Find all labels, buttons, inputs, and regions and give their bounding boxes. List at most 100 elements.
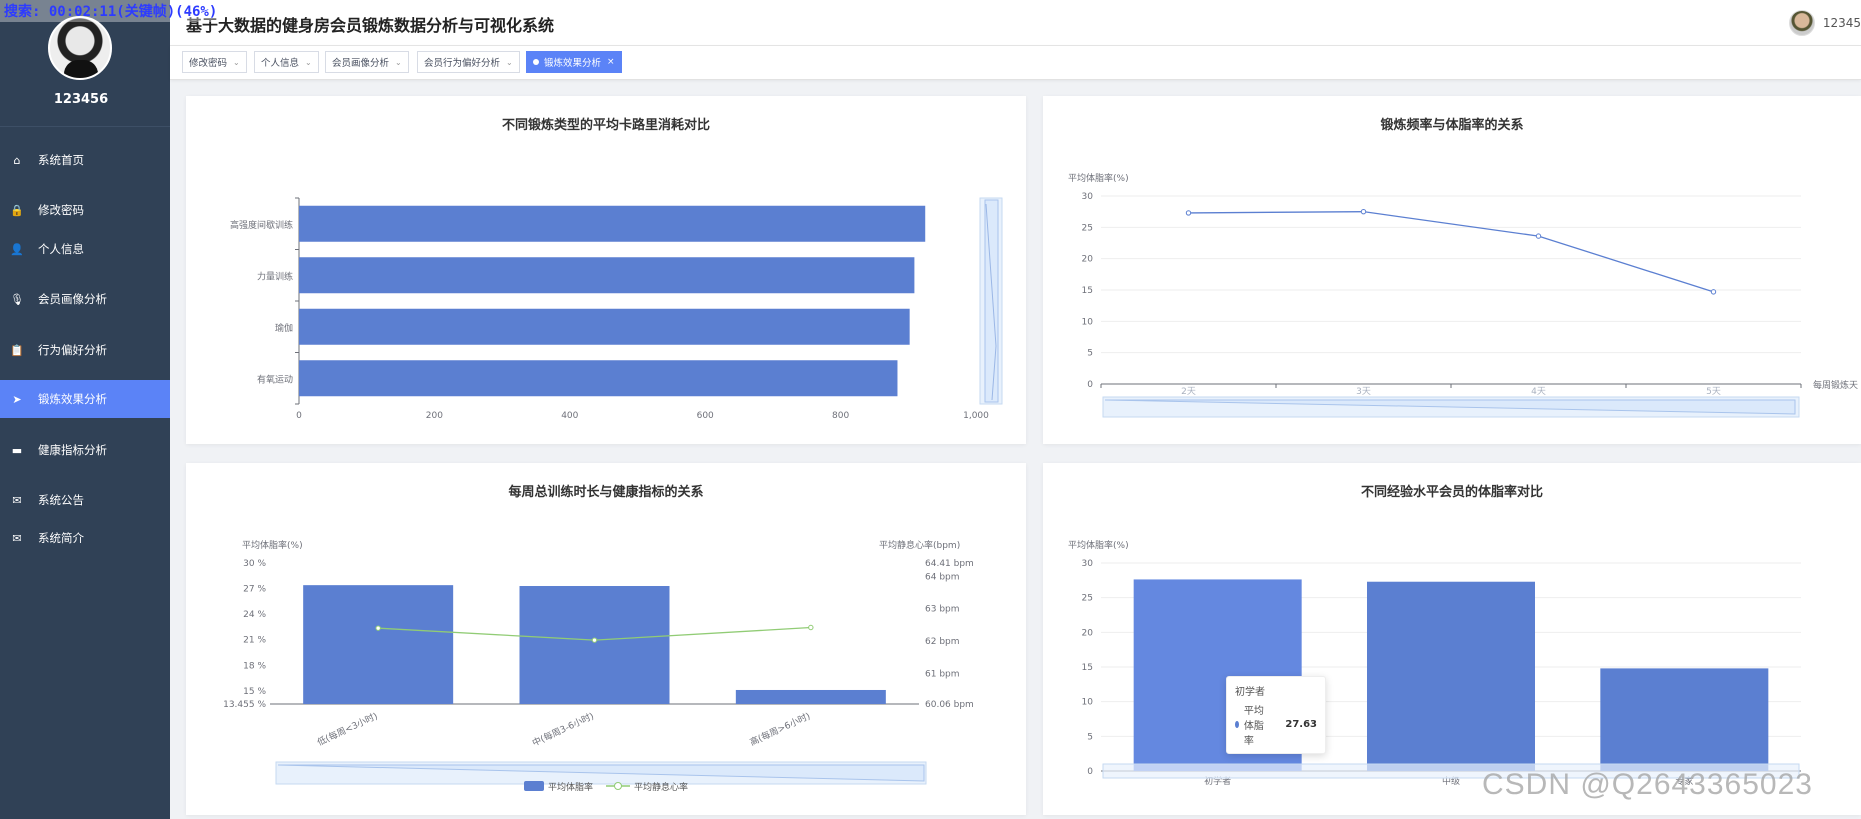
legend-label: 平均静息心率	[634, 781, 688, 793]
tab-change-password[interactable]: 修改密码 ⌄	[182, 51, 247, 73]
active-dot-icon	[533, 59, 539, 65]
datazoom-window	[984, 199, 999, 403]
y-tick-label: 25	[1082, 223, 1093, 233]
data-point	[1710, 289, 1717, 295]
y-tick-label: 10	[1082, 698, 1094, 708]
header: 基于大数据的健身房会员锻炼数据分析与可视化系统 12345	[170, 0, 1861, 46]
sidebar-item-8[interactable]: ✉ 系统简介	[0, 519, 170, 557]
page-title: 基于大数据的健身房会员锻炼数据分析与可视化系统	[186, 16, 555, 35]
y-axis-title: 平均体脂率(%)	[1068, 172, 1129, 184]
user-avatar-icon[interactable]	[1788, 10, 1815, 36]
tab-label: 会员行为偏好分析	[424, 58, 501, 69]
sidebar-item-7[interactable]: ✉ 系统公告	[0, 481, 170, 519]
sidebar-item-label: 修改密码	[38, 203, 84, 217]
y-tick-label: 0	[1087, 767, 1093, 777]
x-tick-label: 600	[697, 411, 714, 421]
user-icon: 👤	[10, 242, 24, 256]
sidebar-item-label: 系统简介	[38, 531, 84, 545]
x-tick-label: 3天	[1356, 387, 1371, 397]
y-tick-label: 5	[1087, 732, 1093, 742]
y-tick-label: 20	[1082, 255, 1094, 265]
sidebar-item-1[interactable]: 🔒 修改密码	[0, 191, 170, 229]
tooltip-category: 初学者	[1235, 687, 1265, 698]
bar	[299, 257, 915, 294]
sidebar-item-2[interactable]: 👤 个人信息	[0, 230, 170, 268]
y-tick-label: 25	[1082, 594, 1093, 604]
tab-exercise-effect[interactable]: 锻炼效果分析 ×	[526, 51, 622, 73]
sidebar-item-6[interactable]: ▬ 健康指标分析	[0, 431, 170, 469]
y-tick-label-right: 63 bpm	[925, 605, 960, 615]
y-tick-label: 力量训练	[257, 270, 293, 282]
y-tick-label-left: 24 %	[243, 610, 266, 620]
y-tick-label-right: 64.41 bpm	[925, 559, 974, 569]
bar	[1367, 581, 1535, 771]
legend-marker	[614, 782, 622, 790]
frequency-chart[interactable]: 平均体脂率(%) 0 5 10 15 20 25 30 每周锻炼天 2天 3天 4天 5天	[1043, 96, 1861, 444]
y-tick-label-right: 60.06 bpm	[925, 700, 974, 710]
calorie-chart[interactable]: 高强度间歇训练力量训练瑜伽有氧运动 0 200 400 600 800 1,000	[186, 96, 1026, 444]
y-tick-label: 高强度间歇训练	[230, 219, 293, 231]
series-marker-icon	[1235, 721, 1239, 728]
user-menu[interactable]: 12345	[1788, 10, 1861, 36]
x-tick-label: 0	[296, 411, 302, 421]
y-tick-label: 0	[1087, 380, 1093, 390]
tab-label: 锻炼效果分析	[544, 58, 602, 69]
send-icon: ➤	[12, 392, 22, 406]
monitor-icon: ▬	[11, 443, 23, 457]
x-tick-label: 200	[426, 411, 443, 421]
sidebar-item-label: 行为偏好分析	[38, 343, 107, 357]
microphone-icon: 🎙	[10, 292, 24, 306]
y-axis-title-right: 平均静息心率(bpm)	[879, 539, 960, 551]
sidebar-item-3[interactable]: 🎙 会员画像分析	[0, 280, 170, 318]
bar	[299, 360, 898, 397]
chart-panel-frequency: 锻炼频率与体脂率的关系 平均体脂率(%) 0 5 10 15 20 25 30 每周锻炼天 2天 3…	[1043, 96, 1861, 444]
y-tick-label-left: 13.455 %	[223, 700, 266, 710]
y-tick-label: 30	[1082, 192, 1094, 202]
tab-behavior-preference[interactable]: 会员行为偏好分析 ⌄	[417, 51, 520, 73]
tab-label: 修改密码	[189, 58, 228, 69]
tab-member-profile[interactable]: 会员画像分析 ⌄	[325, 51, 409, 73]
experience-chart[interactable]: 平均体脂率(%)051015202530初学者 中级 专家	[1043, 463, 1861, 815]
legend-marker	[524, 781, 544, 791]
data-point	[1535, 233, 1542, 239]
sidebar-item-label: 健康指标分析	[38, 443, 107, 457]
x-axis-title: 每周锻炼天	[1813, 379, 1858, 391]
watermark: CSDN @Q2643365023	[1482, 768, 1813, 801]
y-tick-label-left: 21 %	[243, 636, 266, 646]
y-axis-title: 平均体脂率(%)	[1068, 539, 1129, 551]
data-point	[808, 624, 814, 631]
y-tick-label-left: 30 %	[243, 559, 266, 569]
tab-label: 会员画像分析	[332, 58, 390, 69]
x-tick-label: 1,000	[963, 411, 989, 421]
avatar[interactable]	[48, 16, 112, 80]
chevron-down-icon: ⌄	[233, 57, 240, 67]
x-tick-label: 低(每周<3小时)	[315, 710, 379, 748]
x-tick-label: 4天	[1531, 387, 1546, 397]
chart-panel-experience: 不同经验水平会员的体脂率对比 平均体脂率(%) 0 5 10 15 20 25 30 初学者 中级…	[1043, 463, 1861, 815]
y-tick-label-left: 27 %	[243, 585, 266, 595]
legend-label: 平均体脂率	[548, 781, 593, 793]
sidebar-item-4[interactable]: 📋 行为偏好分析	[0, 331, 170, 369]
sidebar-item-5[interactable]: ➤ 锻炼效果分析	[0, 380, 170, 418]
sidebar-item-label: 会员画像分析	[38, 292, 107, 306]
close-icon[interactable]: ×	[607, 57, 615, 67]
series-line	[1188, 211, 1714, 293]
training-chart[interactable]: 平均体脂率(%) 平均静息心率(bpm) 13.455 % 15 % 18 % 21 % 2…	[186, 463, 1026, 815]
recorder-status: 搜索: 00:02:11(关键帧)(46%)	[0, 0, 222, 22]
x-tick-label: 2天	[1181, 387, 1196, 397]
tab-personal-info[interactable]: 个人信息 ⌄	[254, 51, 319, 73]
y-tick-label: 30	[1082, 559, 1094, 569]
bar	[519, 586, 670, 704]
x-tick-label: 5天	[1706, 387, 1721, 397]
y-tick-label-right: 64 bpm	[925, 572, 960, 582]
y-axis-title-left: 平均体脂率(%)	[242, 539, 303, 551]
chevron-down-icon: ⌄	[395, 57, 402, 67]
user-name[interactable]: 12345	[1823, 16, 1861, 30]
sidebar-item-0[interactable]: ⌂ 系统首页	[0, 141, 170, 179]
bar	[299, 308, 910, 345]
y-tick-label: 瑜伽	[275, 322, 293, 334]
sidebar-username: 123456	[53, 92, 109, 107]
sidebar-item-label: 锻炼效果分析	[38, 392, 107, 406]
x-tick-label: 800	[832, 411, 849, 421]
bar	[1600, 668, 1769, 771]
